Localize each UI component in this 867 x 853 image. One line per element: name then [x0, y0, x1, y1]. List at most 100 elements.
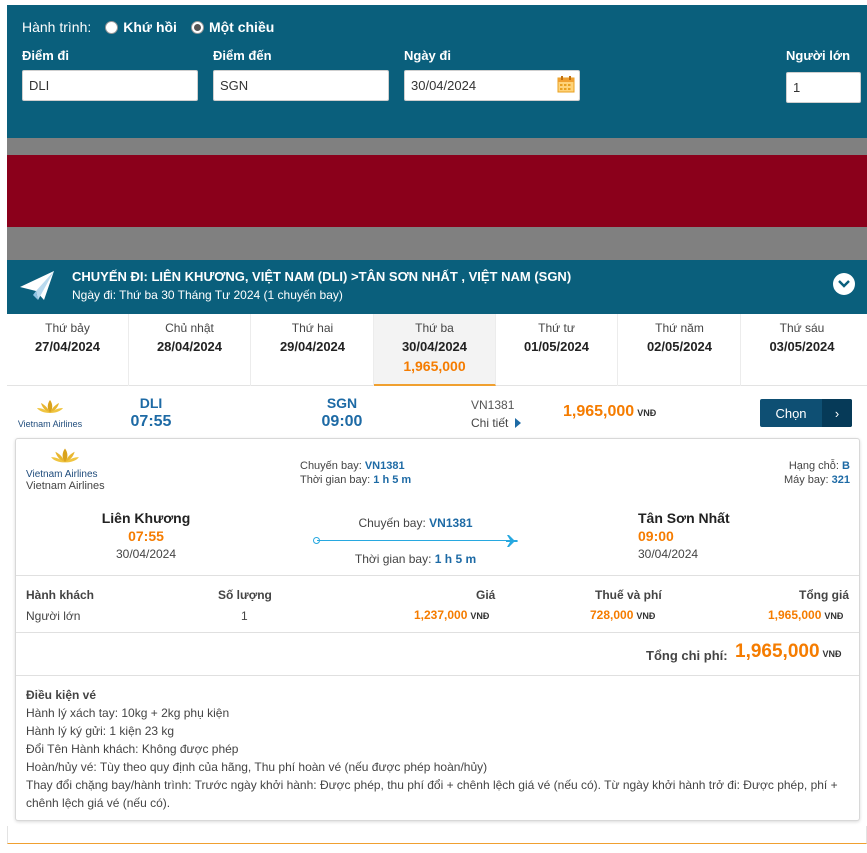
flight-detail-link[interactable]: Chi tiết — [471, 416, 522, 430]
result-footer — [7, 826, 867, 844]
row-total-value: 1,965,000 — [768, 608, 822, 622]
airline-logo-text: Vietnam Airlines — [17, 419, 83, 429]
grand-total-label: Tổng chi phí: — [646, 648, 728, 663]
duration-label: Thời gian bay: — [354, 552, 432, 566]
col-quantity: Số lượng — [218, 588, 272, 602]
row-price-value: 1,237,000 — [414, 608, 468, 622]
tab-day: Thứ hai — [291, 321, 334, 335]
destination-label: Điểm đến — [213, 48, 272, 63]
destination-input[interactable]: SGN — [213, 70, 389, 101]
date-tab[interactable]: Thứ tư 01/05/2024 — [496, 314, 618, 386]
radio-round-trip[interactable]: Khứ hồi — [105, 19, 177, 35]
paper-plane-icon — [20, 271, 54, 300]
choose-button[interactable]: Chọn › — [760, 399, 852, 427]
class-value: B — [842, 460, 850, 472]
row-price: 1,237,000 VNĐ — [414, 608, 489, 622]
class-info: Hạng chỗ: B Máy bay: 321 — [784, 459, 850, 487]
flight-number: VN1381 — [471, 398, 515, 412]
row-tax: 728,000 VNĐ — [590, 608, 655, 622]
route-line — [313, 534, 518, 548]
condition-line: Hành lý xách tay: 10kg + 2kg phụ kiện — [26, 706, 230, 720]
tab-price: 1,965,000 — [403, 358, 466, 374]
tab-day: Thứ sáu — [779, 321, 825, 335]
flight-label: Chuyến bay: — [358, 516, 426, 530]
currency: VNĐ — [824, 611, 844, 621]
chevron-right-icon: › — [822, 399, 852, 427]
radio-round-trip-label: Khứ hồi — [123, 19, 177, 35]
radio-one-way[interactable]: Một chiều — [190, 19, 274, 35]
airplane-icon — [506, 535, 518, 547]
flight-price-value: 1,965,000 — [563, 403, 635, 420]
choose-button-label: Chọn — [775, 405, 807, 421]
flight-to-code: SGN — [326, 395, 358, 411]
date-value: 30/04/2024 — [411, 78, 477, 93]
route-summary: Chuyến bay: VN1381 Thời gian bay: 1 h 5 … — [313, 516, 518, 566]
tab-date: 02/05/2024 — [646, 339, 713, 354]
date-tab[interactable]: Thứ năm 02/05/2024 — [619, 314, 741, 386]
condition-line: Đổi Tên Hành khách: Không được phép — [26, 742, 239, 756]
airline-logo-large: Vietnam Airlines Vietnam Airlines — [26, 447, 106, 492]
caret-right-icon — [515, 418, 522, 428]
adults-input[interactable]: 1 — [786, 72, 861, 103]
date-tab[interactable]: Thứ bảy 27/04/2024 — [7, 314, 129, 386]
banner-grey-bottom — [7, 227, 867, 260]
grand-total: 1,965,000 VNĐ — [735, 641, 842, 663]
date-tab-active[interactable]: Thứ ba 30/04/2024 1,965,000 — [374, 314, 496, 386]
arrival-block: Tân Sơn Nhất 09:00 30/04/2024 — [638, 510, 730, 561]
col-total: Tổng giá — [799, 588, 849, 602]
trip-type-row: Hành trình: Khứ hồi Một chiều — [22, 19, 288, 35]
departure-block: Liên Khương 07:55 30/04/2024 — [96, 510, 196, 561]
banner-red — [7, 155, 867, 227]
banner-grey-top — [7, 138, 867, 155]
duration-label: Thời gian bay: — [300, 474, 371, 486]
collapse-toggle[interactable] — [833, 273, 855, 295]
condition-line: Hoàn/hủy vé: Tùy theo quy định của hãng,… — [26, 760, 488, 774]
tab-date: 28/04/2024 — [156, 339, 223, 354]
condition-line: Thay đổi chặng bay/hành trình: Trước ngà… — [26, 778, 838, 810]
chevron-down-icon — [838, 280, 850, 288]
date-tab[interactable]: Thứ sáu 03/05/2024 — [741, 314, 863, 386]
flight-info: Chuyến bay: VN1381 Thời gian bay: 1 h 5 … — [300, 459, 411, 487]
aircraft-value: 321 — [831, 474, 850, 486]
route-line-stroke — [317, 540, 508, 541]
duration-value: 1 h 5 m — [373, 474, 412, 486]
row-quantity: 1 — [241, 609, 248, 623]
grand-total-value: 1,965,000 — [735, 641, 820, 662]
currency: VNĐ — [636, 611, 656, 621]
radio-circle-selected[interactable] — [190, 20, 204, 34]
fare-conditions: Điều kiện vé Hành lý xách tay: 10kg + 2k… — [26, 686, 851, 812]
col-passenger: Hành khách — [26, 588, 95, 602]
airline-logo-text: Vietnam Airlines — [26, 469, 98, 480]
row-passenger: Người lớn — [26, 609, 81, 623]
arrival-city: Tân Sơn Nhất — [638, 510, 730, 526]
fare-conditions-title: Điều kiện vé — [26, 688, 97, 702]
adults-label: Người lớn — [786, 48, 851, 63]
row-tax-value: 728,000 — [590, 608, 634, 622]
condition-line: Hành lý ký gửi: 1 kiện 23 kg — [26, 724, 175, 738]
departure-city: Liên Khương — [101, 510, 191, 526]
departure-time: 07:55 — [128, 528, 164, 544]
flight-row: Vietnam Airlines DLI 07:55 SGN 09:00 VN1… — [7, 387, 867, 437]
class-label: Hạng chỗ: — [788, 460, 839, 472]
flight-price: 1,965,000 VNĐ — [563, 403, 656, 421]
airline-name: Vietnam Airlines — [26, 480, 105, 492]
trip-type-label: Hành trình: — [22, 19, 92, 35]
flight-number: VN1381 — [429, 516, 473, 530]
radio-circle[interactable] — [105, 20, 119, 34]
tab-date: 30/04/2024 — [401, 339, 468, 354]
route-subtitle: Ngày đi: Thứ ba 30 Tháng Tư 2024 (1 chuy… — [72, 288, 343, 302]
col-tax: Thuế và phí — [595, 588, 662, 602]
arrival-time: 09:00 — [638, 528, 674, 544]
date-tab[interactable]: Chủ nhật 28/04/2024 — [129, 314, 251, 386]
date-tab[interactable]: Thứ hai 29/04/2024 — [252, 314, 374, 386]
airline-logo: Vietnam Airlines — [15, 399, 85, 429]
origin-input[interactable]: DLI — [22, 70, 198, 101]
flight-detail-label: Chi tiết — [471, 416, 509, 430]
arrival-date: 30/04/2024 — [638, 547, 699, 561]
currency: VNĐ — [470, 611, 490, 621]
tab-date: 03/05/2024 — [769, 339, 835, 354]
flight-label: Chuyến bay: — [300, 460, 362, 472]
date-input[interactable]: 30/04/2024 — [404, 70, 580, 101]
tab-date: 01/05/2024 — [523, 339, 590, 354]
calendar-icon[interactable] — [557, 75, 575, 93]
